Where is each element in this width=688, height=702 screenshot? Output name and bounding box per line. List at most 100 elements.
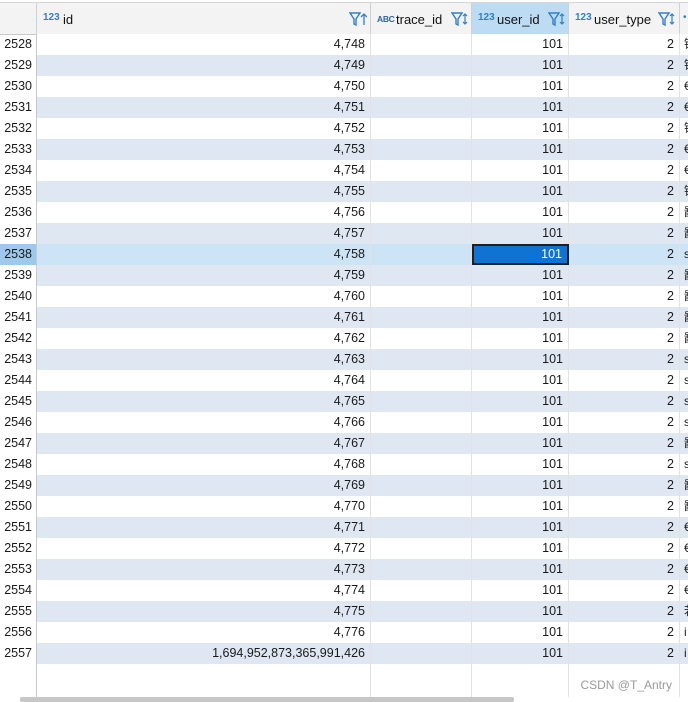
cell-user-id[interactable]: 101 (472, 118, 569, 139)
cell-user-id[interactable]: 101 (472, 265, 569, 286)
row-number[interactable]: 2543 (0, 349, 37, 370)
cell-id[interactable]: 4,760 (37, 286, 371, 307)
horizontal-scrollbar[interactable] (20, 697, 514, 702)
cell-user-type[interactable]: 2 (569, 475, 680, 496)
cell-user-type[interactable]: 2 (569, 622, 680, 643)
cell-user-type[interactable]: 2 (569, 517, 680, 538)
cell-truncated[interactable]: € (684, 559, 688, 580)
cell-id[interactable]: 4,770 (37, 496, 371, 517)
cell-trace-id[interactable] (371, 370, 472, 391)
cell-truncated[interactable]: s (684, 244, 688, 265)
row-number[interactable]: 2532 (0, 118, 37, 139)
cell-id[interactable]: 4,753 (37, 139, 371, 160)
cell-truncated[interactable]: s (684, 349, 688, 370)
table-row[interactable]: 4,758 101 2 s (37, 244, 688, 265)
cell-user-id[interactable]: 101 (472, 34, 569, 55)
row-number[interactable]: 2557 (0, 643, 37, 664)
cell-id[interactable]: 4,755 (37, 181, 371, 202)
table-row[interactable]: 4,753 101 2 € (37, 139, 688, 160)
cell-user-type[interactable]: 2 (569, 307, 680, 328)
table-row[interactable]: 4,749 1012锋 (37, 55, 688, 76)
row-number[interactable]: 2547 (0, 433, 37, 454)
cell-user-id[interactable]: 101 (472, 349, 569, 370)
cell-user-type[interactable]: 2 (569, 265, 680, 286)
cell-trace-id[interactable] (371, 538, 472, 559)
cell-user-type[interactable]: 2 (569, 412, 680, 433)
cell-user-id[interactable]: 101 (472, 412, 569, 433)
cell-user-type[interactable]: 2 (569, 160, 680, 181)
cell-user-id[interactable]: 101 (472, 601, 569, 622)
cell-trace-id[interactable] (371, 475, 472, 496)
cell-user-type[interactable]: 2 (569, 286, 680, 307)
cell-user-id[interactable]: 101 (472, 244, 569, 265)
cell-truncated[interactable]: € (684, 160, 688, 181)
row-number[interactable]: 2540 (0, 286, 37, 307)
cell-trace-id[interactable] (371, 391, 472, 412)
cell-trace-id[interactable] (371, 580, 472, 601)
table-row[interactable]: 4,773 101 2 € (37, 559, 688, 580)
cell-user-id[interactable]: 101 (472, 580, 569, 601)
cell-user-id[interactable]: 101 (472, 433, 569, 454)
cell-truncated[interactable]: 锋 (684, 55, 688, 76)
table-row[interactable]: 4,756 1012鄙 (37, 202, 688, 223)
cell-user-id[interactable]: 101 (472, 55, 569, 76)
cell-id[interactable]: 4,761 (37, 307, 371, 328)
cell-user-id[interactable]: 101 (472, 307, 569, 328)
table-row[interactable]: 4,776 101 2 i (37, 622, 688, 643)
cell-user-type[interactable]: 2 (569, 181, 680, 202)
row-number[interactable]: 2545 (0, 391, 37, 412)
cell-trace-id[interactable] (371, 202, 472, 223)
table-row[interactable]: 4,761 1012鄙 (37, 307, 688, 328)
column-header-trace-id[interactable]: ABC trace_id (371, 3, 472, 34)
cell-user-type[interactable]: 2 (569, 496, 680, 517)
cell-id[interactable]: 4,766 (37, 412, 371, 433)
cell-trace-id[interactable] (371, 223, 472, 244)
row-number[interactable]: 2550 (0, 496, 37, 517)
cell-id[interactable]: 4,754 (37, 160, 371, 181)
cell-id[interactable]: 4,757 (37, 223, 371, 244)
cell-id[interactable]: 4,771 (37, 517, 371, 538)
cell-trace-id[interactable] (371, 307, 472, 328)
row-number[interactable]: 2552 (0, 538, 37, 559)
cell-user-id[interactable]: 101 (472, 643, 569, 664)
cell-truncated[interactable]: i (684, 643, 688, 664)
table-row[interactable]: 4,770 1012鄙 (37, 496, 688, 517)
row-number[interactable]: 2535 (0, 181, 37, 202)
cell-trace-id[interactable] (371, 286, 472, 307)
row-number[interactable]: 2534 (0, 160, 37, 181)
cell-id[interactable]: 4,774 (37, 580, 371, 601)
row-number[interactable]: 2548 (0, 454, 37, 475)
row-number[interactable]: 2537 (0, 223, 37, 244)
cell-truncated[interactable]: i (684, 622, 688, 643)
column-header-user-type[interactable]: 123 user_type (569, 3, 680, 34)
cell-user-id[interactable]: 101 (472, 202, 569, 223)
cell-trace-id[interactable] (371, 244, 472, 265)
column-header-user-id[interactable]: 123 user_id (472, 3, 569, 34)
cell-truncated[interactable]: s (684, 412, 688, 433)
cell-trace-id[interactable] (371, 349, 472, 370)
cell-id[interactable]: 4,767 (37, 433, 371, 454)
cell-id[interactable]: 4,756 (37, 202, 371, 223)
row-number[interactable]: 2542 (0, 328, 37, 349)
cell-truncated[interactable]: € (684, 580, 688, 601)
table-row[interactable]: 4,765 101 2 s (37, 391, 688, 412)
row-number[interactable]: 2555 (0, 601, 37, 622)
cell-user-type[interactable]: 2 (569, 202, 680, 223)
table-row[interactable]: 4,752 1012锋 (37, 118, 688, 139)
cell-id[interactable]: 4,775 (37, 601, 371, 622)
cell-user-id[interactable]: 101 (472, 454, 569, 475)
row-number[interactable]: 2544 (0, 370, 37, 391)
row-number[interactable]: 2536 (0, 202, 37, 223)
cell-user-type[interactable]: 2 (569, 370, 680, 391)
cell-truncated[interactable]: 鄙 (684, 496, 688, 517)
cell-user-type[interactable]: 2 (569, 55, 680, 76)
row-number[interactable]: 2549 (0, 475, 37, 496)
cell-trace-id[interactable] (371, 643, 472, 664)
cell-trace-id[interactable] (371, 76, 472, 97)
column-header-id[interactable]: 123 id (37, 3, 371, 34)
cell-id[interactable]: 4,759 (37, 265, 371, 286)
cell-user-id[interactable]: 101 (472, 370, 569, 391)
cell-user-id[interactable]: 101 (472, 76, 569, 97)
row-number[interactable]: 2546 (0, 412, 37, 433)
cell-truncated[interactable]: € (684, 538, 688, 559)
